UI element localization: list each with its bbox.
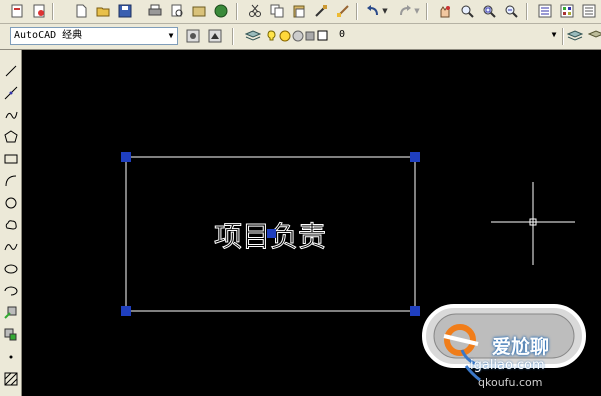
polygon-icon[interactable] bbox=[2, 128, 19, 145]
copy-icon[interactable] bbox=[268, 2, 286, 20]
plot-preview-icon[interactable] bbox=[168, 2, 186, 20]
paste-icon[interactable] bbox=[290, 2, 308, 20]
globe-icon[interactable] bbox=[212, 2, 230, 20]
watermark-domain: igaliao.com bbox=[470, 358, 545, 373]
rectangle-icon[interactable] bbox=[2, 150, 19, 167]
construction-line-icon[interactable] bbox=[2, 84, 19, 101]
workspaces-layers-toolbar: AutoCAD 经典 ▼ 0 ▼ bbox=[0, 24, 601, 50]
watermark-brand: 爱尬聊 bbox=[492, 336, 550, 358]
layer-previous-icon[interactable] bbox=[586, 27, 601, 45]
undo-dropdown-icon[interactable]: ▼ bbox=[380, 2, 390, 20]
zoom-window-icon[interactable] bbox=[480, 2, 498, 20]
workspace-dropdown[interactable]: AutoCAD 经典 ▼ bbox=[10, 27, 178, 45]
new-file-icon[interactable] bbox=[72, 2, 90, 20]
markup-icon[interactable] bbox=[30, 2, 48, 20]
zoom-previous-icon[interactable] bbox=[502, 2, 520, 20]
arc-icon[interactable] bbox=[2, 172, 19, 189]
print-icon[interactable] bbox=[146, 2, 164, 20]
revision-cloud-icon[interactable] bbox=[2, 216, 19, 233]
design-center-icon[interactable] bbox=[558, 2, 576, 20]
layer-value: 0 bbox=[339, 29, 346, 40]
pan-realtime-icon[interactable] bbox=[436, 2, 454, 20]
layer-dropdown[interactable]: 0 ▼ bbox=[336, 27, 560, 45]
crosshair-cursor bbox=[491, 182, 575, 265]
sheet-set-icon[interactable] bbox=[8, 2, 26, 20]
cut-icon[interactable] bbox=[246, 2, 264, 20]
grip-top-right[interactable] bbox=[410, 152, 420, 162]
properties-icon[interactable] bbox=[536, 2, 554, 20]
tool-palettes-icon[interactable] bbox=[580, 2, 598, 20]
workspace-value: AutoCAD 经典 bbox=[14, 30, 83, 41]
workspace-settings-icon[interactable] bbox=[184, 27, 202, 45]
redo-dropdown-icon[interactable]: ▼ bbox=[412, 2, 422, 20]
draw-toolbar bbox=[0, 50, 22, 396]
polyline-icon[interactable] bbox=[2, 106, 19, 123]
grip-bottom-right[interactable] bbox=[410, 306, 420, 316]
line-icon[interactable] bbox=[2, 62, 19, 79]
make-block-icon[interactable] bbox=[2, 326, 19, 343]
standard-toolbar: ▼ ▼ bbox=[0, 0, 601, 24]
ellipse-icon[interactable] bbox=[2, 260, 19, 277]
match-properties-icon[interactable] bbox=[312, 2, 330, 20]
open-file-icon[interactable] bbox=[94, 2, 112, 20]
circle-icon[interactable] bbox=[2, 194, 19, 211]
make-current-layer-icon[interactable] bbox=[566, 27, 584, 45]
grip-text-center[interactable] bbox=[267, 229, 276, 238]
chevron-down-icon[interactable]: ▼ bbox=[165, 28, 177, 44]
hatch-icon[interactable] bbox=[2, 370, 19, 387]
point-icon[interactable] bbox=[2, 348, 19, 365]
grip-bottom-left[interactable] bbox=[121, 306, 131, 316]
layer-state-icons[interactable] bbox=[266, 27, 336, 45]
watermark: 爱尬聊 igaliao.com qkoufu.com bbox=[422, 300, 601, 396]
zoom-realtime-icon[interactable] bbox=[458, 2, 476, 20]
my-workspace-icon[interactable] bbox=[206, 27, 224, 45]
ellipse-arc-icon[interactable] bbox=[2, 282, 19, 299]
layer-properties-icon[interactable] bbox=[244, 27, 262, 45]
insert-block-icon[interactable] bbox=[2, 304, 19, 321]
watermark-domain-secondary: qkoufu.com bbox=[478, 376, 543, 389]
publish-icon[interactable] bbox=[190, 2, 208, 20]
chevron-down-icon[interactable]: ▼ bbox=[548, 27, 560, 43]
grip-top-left[interactable] bbox=[121, 152, 131, 162]
spline-icon[interactable] bbox=[2, 238, 19, 255]
save-icon[interactable] bbox=[116, 2, 134, 20]
block-editor-icon[interactable] bbox=[334, 2, 352, 20]
